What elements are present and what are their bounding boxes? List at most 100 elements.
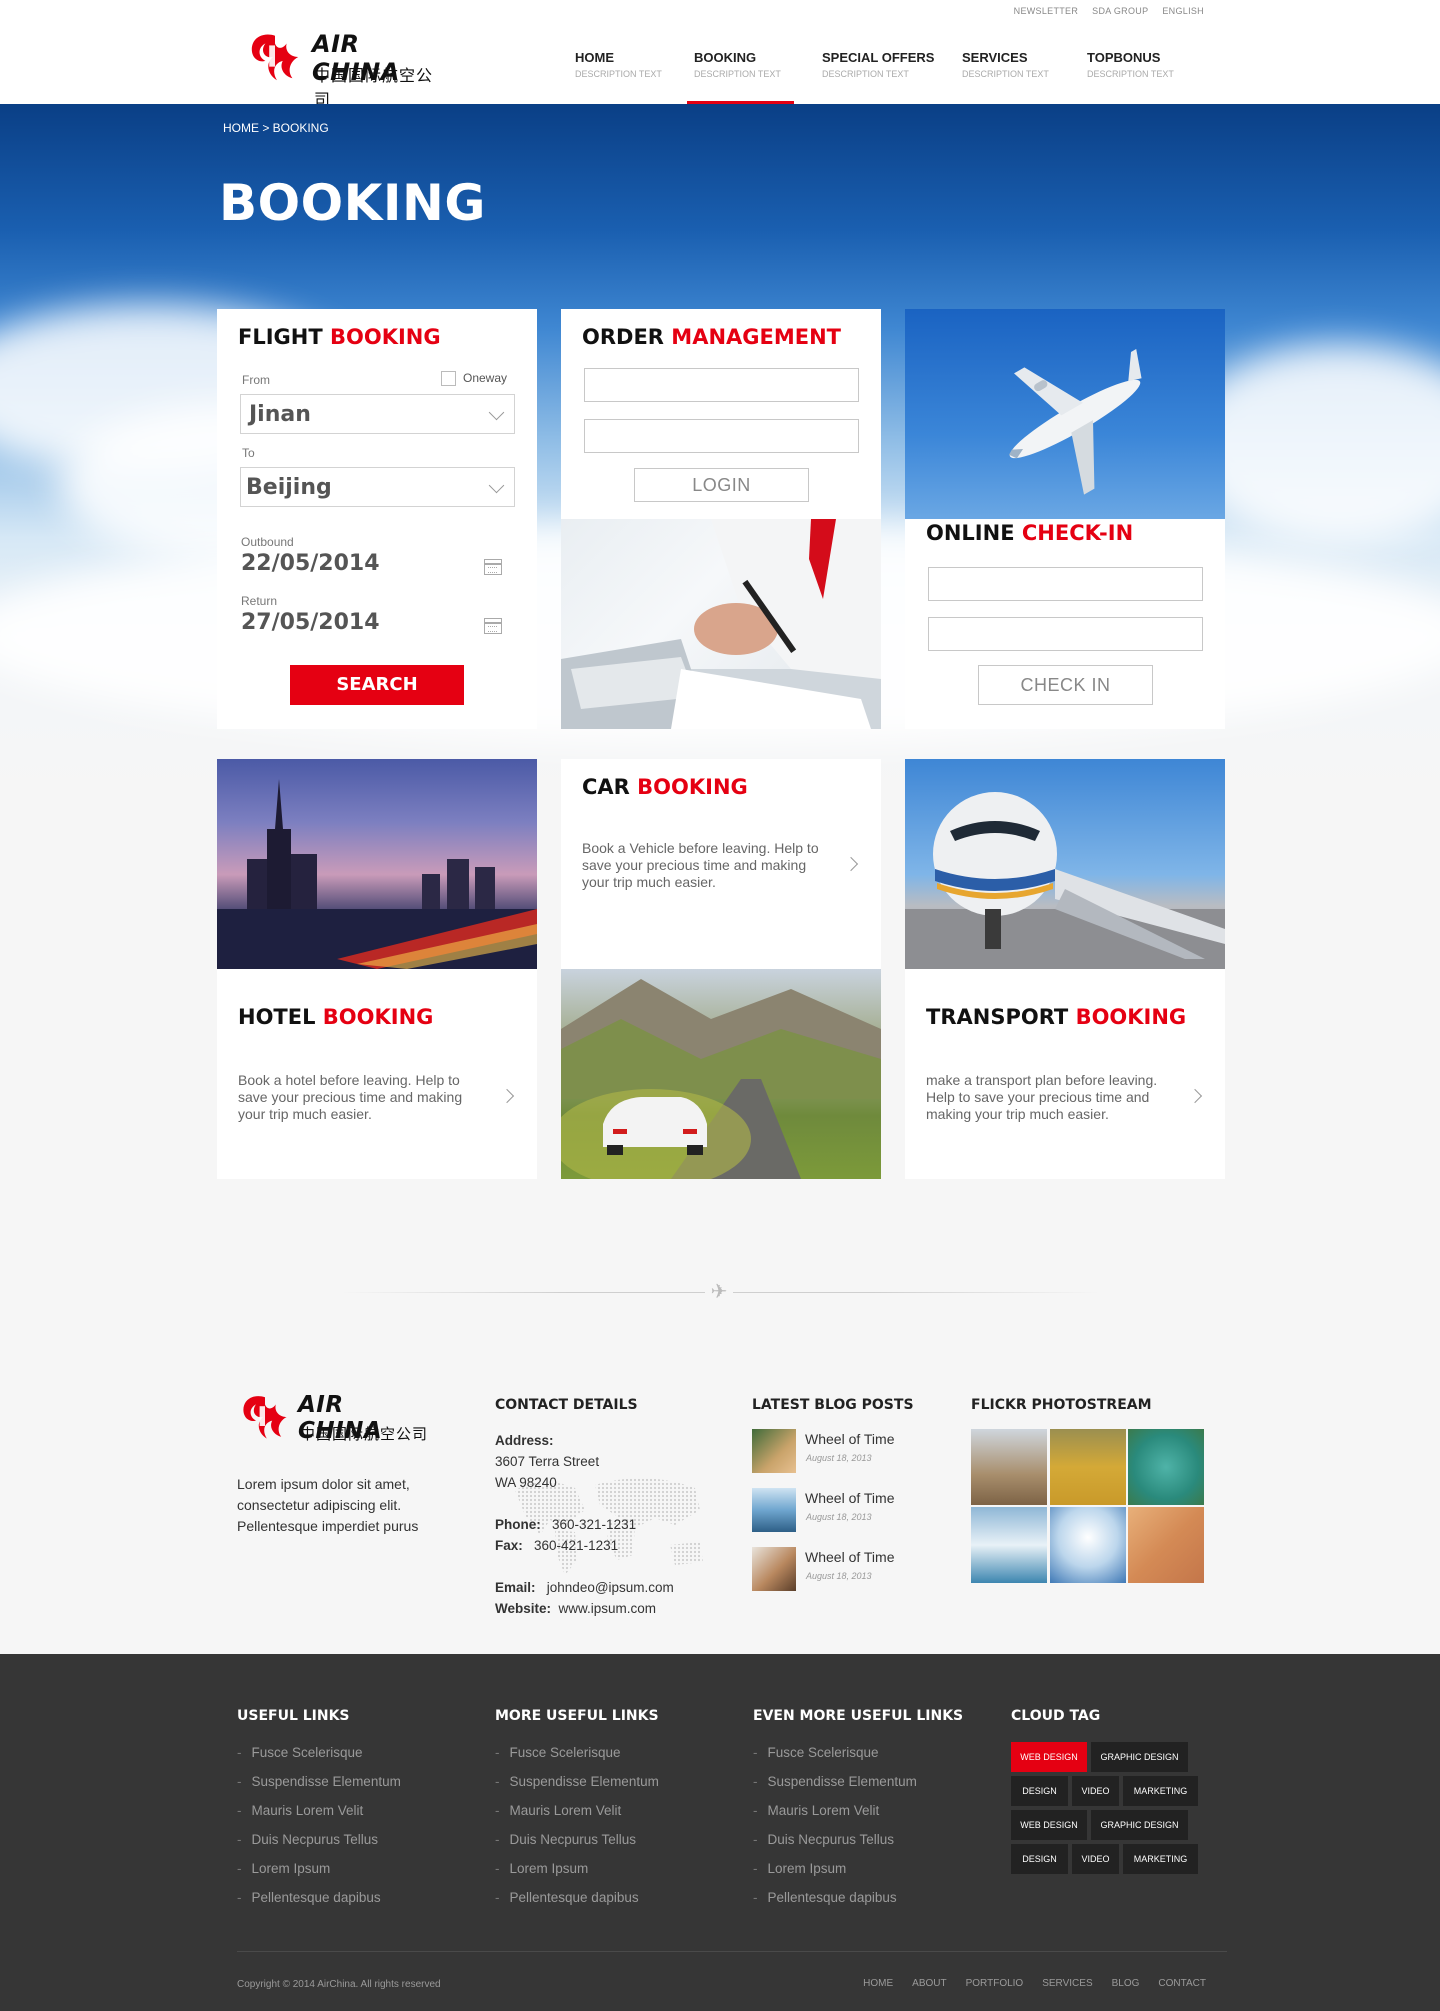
bottom-nav-portfolio[interactable]: PORTFOLIO — [966, 1978, 1024, 1989]
chevron-right-icon[interactable] — [1187, 1088, 1203, 1104]
footer-link[interactable]: Fusce Scelerisque — [753, 1745, 917, 1774]
outbound-label: Outbound — [241, 535, 294, 549]
tag-graphic-design[interactable]: GRAPHIC DESIGN — [1091, 1742, 1188, 1772]
car-illustration — [561, 979, 881, 1179]
nav-booking[interactable]: BOOKING DESCRIPTION TEXT — [687, 0, 794, 104]
footer-link[interactable]: Mauris Lorem Velit — [237, 1803, 401, 1832]
footer-link[interactable]: Pellentesque dapibus — [753, 1890, 917, 1919]
chevron-down-icon — [488, 477, 505, 494]
flickr-photo[interactable] — [971, 1429, 1047, 1505]
tag-web-design[interactable]: WEB DESIGN — [1011, 1810, 1087, 1840]
username-input[interactable] — [584, 368, 859, 402]
blog-date: August 18, 2013 — [806, 1453, 872, 1463]
footer-link[interactable]: Lorem Ipsum — [495, 1861, 659, 1890]
address-line1: 3607 Terra Street — [495, 1454, 600, 1469]
outbound-date-input[interactable]: 22/05/2014 — [241, 551, 380, 576]
footer-link[interactable]: Suspendisse Elementum — [237, 1774, 401, 1803]
tag-marketing[interactable]: MARKETING — [1123, 1844, 1198, 1874]
city-skyline-illustration — [217, 779, 537, 969]
contact-heading: CONTACT DETAILS — [495, 1397, 638, 1413]
login-button[interactable]: LOGIN — [634, 468, 809, 502]
title-accent: BOOKING — [637, 775, 748, 799]
bottom-nav-home[interactable]: HOME — [863, 1978, 893, 1989]
nav-home[interactable]: HOME DESCRIPTION TEXT — [568, 0, 687, 104]
chevron-right-icon[interactable] — [843, 856, 859, 872]
tag-web-design[interactable]: WEB DESIGN — [1011, 1742, 1087, 1772]
fax-value: 360-421-1231 — [534, 1538, 619, 1553]
search-button[interactable]: SEARCH — [290, 665, 464, 705]
calendar-icon[interactable] — [484, 559, 502, 575]
email-link[interactable]: johndeo@ipsum.com — [547, 1580, 674, 1595]
flight-booking-card: FLIGHT BOOKING From Oneway Jinan To Beij… — [217, 309, 537, 729]
nav-description: DESCRIPTION TEXT — [575, 69, 662, 79]
nav-description: DESCRIPTION TEXT — [822, 69, 909, 79]
footer-link[interactable]: Lorem Ipsum — [237, 1861, 401, 1890]
contact-details: Address: 3607 Terra Street WA 98240 Phon… — [495, 1430, 745, 1619]
copyright-text: Copyright © 2014 AirChina. All rights re… — [237, 1979, 441, 1990]
even-more-links-list: Fusce Scelerisque Suspendisse Elementum … — [753, 1745, 917, 1919]
airplane-stairs-image — [905, 759, 1225, 969]
tag-design[interactable]: DESIGN — [1011, 1776, 1068, 1806]
bottom-nav-services[interactable]: SERVICES — [1042, 1978, 1092, 1989]
nav-description: DESCRIPTION TEXT — [694, 69, 781, 79]
footer-link[interactable]: Suspendisse Elementum — [495, 1774, 659, 1803]
nav-special-offers[interactable]: SPECIAL OFFERS DESCRIPTION TEXT — [815, 0, 934, 104]
blog-post[interactable]: Wheel of Time August 18, 2013 — [752, 1547, 932, 1591]
flickr-photo[interactable] — [1128, 1507, 1204, 1583]
airplane-front-illustration — [905, 792, 1225, 969]
check-in-button[interactable]: CHECK IN — [978, 665, 1153, 705]
footer-link[interactable]: Pellentesque dapibus — [495, 1890, 659, 1919]
business-signing-image — [561, 519, 881, 729]
chevron-right-icon[interactable] — [499, 1088, 515, 1104]
passenger-name-input[interactable] — [928, 617, 1203, 651]
return-date-input[interactable]: 27/05/2014 — [241, 610, 380, 635]
tag-marketing[interactable]: MARKETING — [1123, 1776, 1198, 1806]
footer-link[interactable]: Pellentesque dapibus — [237, 1890, 401, 1919]
footer-link[interactable]: Duis Necpurus Tellus — [495, 1832, 659, 1861]
airplane-sky-image — [905, 309, 1225, 519]
tag-video[interactable]: VIDEO — [1072, 1776, 1119, 1806]
nav-topbonus[interactable]: TOPBONUS DESCRIPTION TEXT — [1080, 0, 1180, 104]
footer-link[interactable]: Fusce Scelerisque — [495, 1745, 659, 1774]
title-part: ORDER — [582, 325, 664, 349]
footer-link[interactable]: Duis Necpurus Tellus — [753, 1832, 917, 1861]
from-select[interactable]: Jinan — [240, 394, 515, 434]
calendar-icon[interactable] — [484, 618, 502, 634]
blog-post[interactable]: Wheel of Time August 18, 2013 — [752, 1429, 932, 1473]
logo-chinese-text: 中国国际航空公司 — [300, 1425, 429, 1443]
tag-video[interactable]: VIDEO — [1072, 1844, 1119, 1874]
tag-design[interactable]: DESIGN — [1011, 1844, 1068, 1874]
footer-link[interactable]: Fusce Scelerisque — [237, 1745, 401, 1774]
breadcrumb[interactable]: HOME > BOOKING — [223, 121, 329, 135]
more-useful-links-heading: MORE USEFUL LINKS — [495, 1708, 659, 1724]
tag-graphic-design[interactable]: GRAPHIC DESIGN — [1091, 1810, 1188, 1840]
card-title: TRANSPORT BOOKING — [926, 1005, 1186, 1029]
booking-reference-input[interactable] — [928, 567, 1203, 601]
footer-link[interactable]: Suspendisse Elementum — [753, 1774, 917, 1803]
bottom-nav-contact[interactable]: CONTACT — [1158, 1978, 1206, 1989]
footer-link[interactable]: Duis Necpurus Tellus — [237, 1832, 401, 1861]
blog-thumbnail — [752, 1547, 796, 1591]
bottom-nav-blog[interactable]: BLOG — [1112, 1978, 1140, 1989]
phone-value: 360-321-1231 — [552, 1517, 637, 1532]
flickr-photo[interactable] — [1050, 1429, 1126, 1505]
footer-link[interactable]: Mauris Lorem Velit — [495, 1803, 659, 1832]
website-link[interactable]: www.ipsum.com — [559, 1601, 657, 1616]
bottom-nav-about[interactable]: ABOUT — [912, 1978, 946, 1989]
footer-link[interactable]: Mauris Lorem Velit — [753, 1803, 917, 1832]
flickr-photo[interactable] — [971, 1507, 1047, 1583]
to-select[interactable]: Beijing — [240, 467, 515, 507]
address-line2: WA 98240 — [495, 1475, 557, 1490]
nav-services[interactable]: SERVICES DESCRIPTION TEXT — [955, 0, 1059, 104]
password-input[interactable] — [584, 419, 859, 453]
blog-thumbnail — [752, 1488, 796, 1532]
useful-links-heading: USEFUL LINKS — [237, 1708, 350, 1724]
footer-link[interactable]: Lorem Ipsum — [753, 1861, 917, 1890]
blog-post[interactable]: Wheel of Time August 18, 2013 — [752, 1488, 932, 1532]
nav-label: TOPBONUS — [1087, 50, 1161, 65]
logo[interactable]: AIR CHINA 中国国际航空公司 — [246, 24, 446, 109]
flickr-photo[interactable] — [1128, 1429, 1204, 1505]
footer-logo[interactable]: AIR CHINA 中国国际航空公司 — [238, 1386, 428, 1450]
oneway-checkbox[interactable] — [441, 371, 456, 386]
flickr-photo[interactable] — [1050, 1507, 1126, 1583]
